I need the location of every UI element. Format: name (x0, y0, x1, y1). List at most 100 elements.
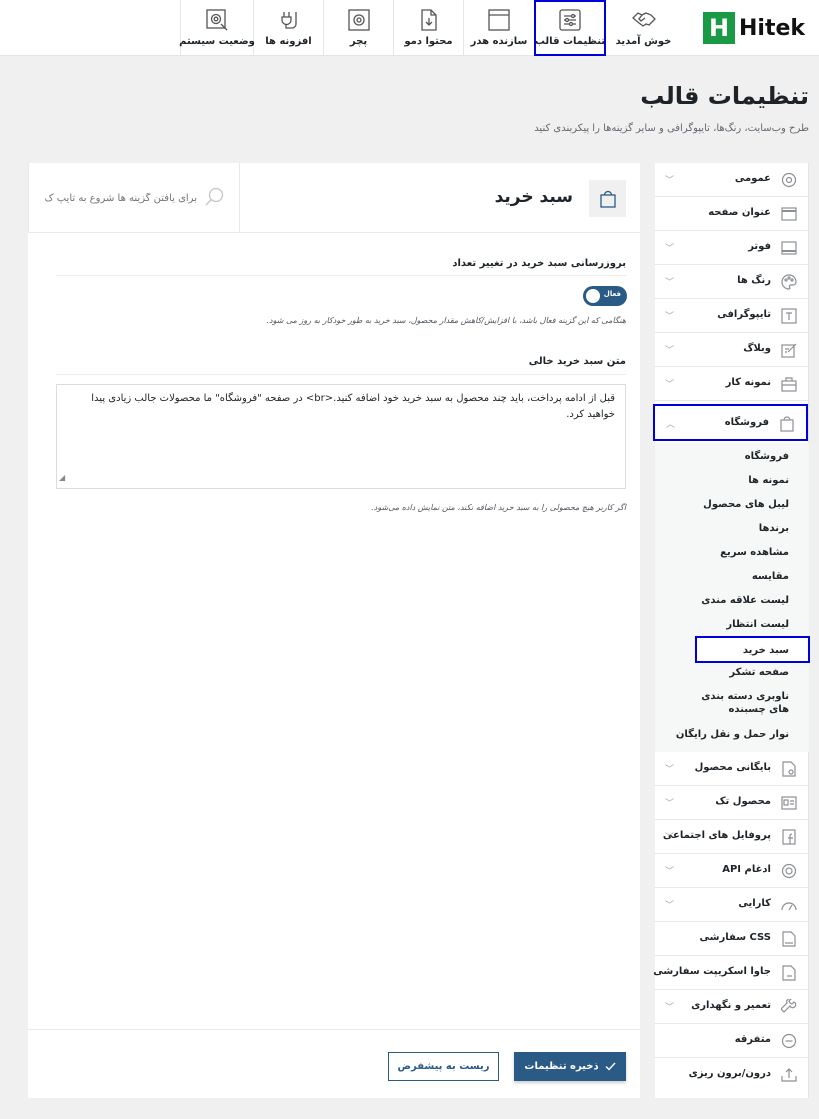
section-title: سبد خرید (494, 187, 573, 207)
sidebar-item-custom-css[interactable]: CSS سفارشی (654, 922, 808, 956)
sidebar-item-page-title[interactable]: عنوان صفحه (654, 197, 808, 231)
api-icon (781, 863, 797, 879)
gear-screen-icon (347, 9, 371, 31)
field-description-update-cart: هنگامی که این گزینه فعال باشد، با افزایش… (266, 316, 626, 325)
sidebar-item-colors[interactable]: رنگ ها ﹀ (654, 265, 808, 299)
chevron-down-icon: ﹀ (665, 380, 675, 390)
archive-icon (781, 761, 797, 777)
submenu-product-labels[interactable]: لیبل های محصول (703, 498, 789, 511)
submenu-swatches[interactable]: نمونه ها (748, 474, 789, 487)
window-icon (487, 9, 511, 31)
empty-cart-text-value: قبل از ادامه پرداخت، باید چند محصول به س… (91, 393, 615, 420)
sidebar-item-portfolio[interactable]: نمونه کار ﹀ (654, 367, 808, 401)
sidebar-item-footer[interactable]: فوتر ﹀ (654, 231, 808, 265)
update-cart-toggle[interactable]: فعال (583, 286, 627, 306)
sidebar-item-api[interactable]: ادغام API ﹀ (654, 854, 808, 888)
field-label-empty-cart: متن سبد خرید خالی (528, 356, 626, 367)
divider (56, 374, 626, 375)
upload-icon (781, 1067, 797, 1083)
sidebar-item-blog[interactable]: وبلاگ ﹀ (654, 333, 808, 367)
sidebar-item-shop[interactable]: فروشگاه ︿ (653, 404, 808, 441)
sidebar-item-social-profiles[interactable]: پروفایل های اجتماعی ﹀ (654, 820, 808, 854)
submenu-quick-view[interactable]: مشاهده سریع (720, 546, 789, 559)
submenu-compare[interactable]: مقایسه (752, 570, 789, 583)
sidebar-item-performance[interactable]: کارایی ﹀ (654, 888, 808, 922)
topnav-welcome[interactable]: خوش آمدید (604, 0, 682, 56)
reset-button[interactable]: ریست به پیشفرض (388, 1052, 499, 1081)
topnav-label: محتوا دمو (404, 36, 453, 47)
sidebar-item-product-archive[interactable]: بایگانی محصول ﹀ (654, 752, 808, 786)
save-button[interactable]: ذخیره تنظیمات (514, 1052, 626, 1081)
sidebar-item-label: متفرقه (734, 1034, 771, 1045)
sidebar-item-general[interactable]: عمومی ﹀ (654, 163, 808, 197)
search-icon (205, 187, 225, 207)
minus-circle-icon (781, 1033, 797, 1049)
chevron-down-icon: ﹀ (665, 176, 675, 186)
topnav-label: خوش آمدید (615, 36, 672, 47)
topnav-theme-settings[interactable]: تنظیمات قالب (534, 0, 606, 56)
sidebar-item-typography[interactable]: تایپوگرافی ﹀ (654, 299, 808, 333)
resize-handle-icon[interactable]: ◢ (59, 470, 65, 486)
chevron-down-icon: ﹀ (665, 867, 675, 877)
topnav-label: تنظیمات قالب (534, 36, 606, 47)
submenu-sticky-categories[interactable]: ناوبری دسته بندی های چسبنده (691, 690, 789, 716)
sidebar-item-maintenance[interactable]: تعمیر و نگهداری ﹀ (654, 990, 808, 1024)
chevron-down-icon: ﹀ (665, 1003, 675, 1013)
sidebar-item-misc[interactable]: متفرقه (654, 1024, 808, 1058)
submenu-wishlist[interactable]: لیست علاقه مندی (701, 594, 789, 607)
sliders-icon (558, 9, 582, 31)
sidebar-item-label: تایپوگرافی (717, 309, 771, 320)
page-subtitle: طرح وب‌سایت، رنگ‌ها، تایپوگرافی و سایر گ… (534, 123, 809, 134)
topnav-label: افزونه ها (265, 36, 312, 47)
shopping-bag-icon (779, 416, 795, 432)
sidebar-item-label: ادغام API (722, 864, 771, 875)
option-search (28, 163, 239, 233)
wrench-icon (781, 999, 797, 1015)
shop-submenu: فروشگاه نمونه ها لیبل های محصول برندها م… (655, 443, 810, 752)
sidebar-item-import-export[interactable]: درون/برون ریزی (654, 1058, 808, 1092)
js-file-icon (781, 965, 797, 981)
topnav-system-status[interactable]: وضعیت سیستم (179, 0, 255, 56)
sidebar-item-label: CSS سفارشی (699, 932, 771, 943)
text-icon (781, 308, 797, 324)
submenu-shop[interactable]: فروشگاه (745, 450, 789, 463)
chevron-down-icon: ﹀ (665, 833, 675, 843)
topnav-plugins[interactable]: افزونه ها (253, 0, 323, 56)
panel-footer: ذخیره تنظیمات ریست به پیشفرض (28, 1029, 640, 1098)
chevron-down-icon: ﹀ (665, 799, 675, 809)
sidebar-item-label: رنگ ها (737, 275, 771, 286)
topnav-demo-content[interactable]: محتوا دمو (393, 0, 463, 56)
css-file-icon (781, 931, 797, 947)
facebook-icon (781, 829, 797, 845)
gear-search-icon (205, 9, 229, 31)
empty-cart-text-field[interactable]: قبل از ادامه پرداخت، باید چند محصول به س… (56, 384, 626, 489)
speedometer-icon (781, 897, 797, 913)
sidebar-item-custom-js[interactable]: جاوا اسکریپت سفارشی (653, 956, 808, 990)
sidebar-item-label: درون/برون ریزی (688, 1068, 771, 1079)
edit-icon (781, 342, 797, 358)
footer-icon (781, 240, 797, 256)
chevron-down-icon: ﹀ (665, 244, 675, 254)
sidebar-item-label: پروفایل های اجتماعی (662, 830, 771, 841)
chevron-down-icon: ﹀ (665, 901, 675, 911)
brand-logo[interactable]: H Hitek (703, 10, 815, 46)
submenu-cart[interactable]: سبد خرید (695, 636, 810, 663)
chevron-down-icon: ﹀ (665, 312, 675, 322)
topnav-header-builder[interactable]: سازنده هدر (463, 0, 534, 56)
submenu-free-shipping-bar[interactable]: نوار حمل و نقل رایگان (676, 728, 789, 741)
sidebar-item-label: عنوان صفحه (708, 207, 771, 218)
title-bar-icon (781, 206, 797, 222)
sidebar-item-single-product[interactable]: محصول تک ﹀ (654, 786, 808, 820)
submenu-waitlist[interactable]: لیست انتظار (726, 618, 789, 631)
logo-text: Hitek (739, 15, 806, 41)
topnav-patcher[interactable]: پچر (323, 0, 393, 56)
submenu-brands[interactable]: برندها (759, 522, 789, 535)
sidebar-item-label: جاوا اسکریپت سفارشی (653, 966, 771, 977)
submenu-thank-you[interactable]: صفحه تشکر (729, 666, 789, 679)
section-header: سبد خرید (28, 163, 640, 233)
chevron-down-icon: ﹀ (665, 765, 675, 775)
topnav-label: پچر (349, 36, 368, 47)
topnav-label: سازنده هدر (470, 36, 528, 47)
briefcase-icon (781, 376, 797, 392)
search-input[interactable] (43, 189, 197, 207)
